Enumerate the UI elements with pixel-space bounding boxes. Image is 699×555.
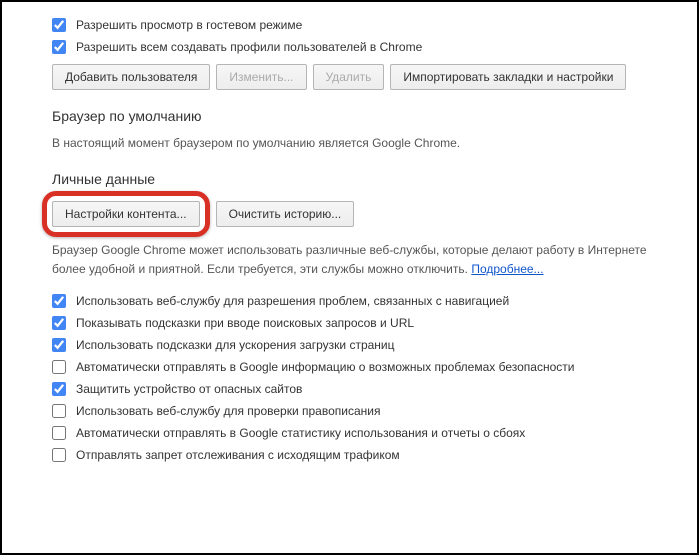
guest-mode-checkbox[interactable]: [52, 18, 66, 32]
allow-profiles-row: Разрешить всем создавать профили пользов…: [52, 40, 647, 54]
privacy-label-2: Использовать подсказки для ускорения заг…: [76, 338, 395, 352]
privacy-check-6: Автоматически отправлять в Google статис…: [52, 426, 647, 440]
privacy-check-4: Защитить устройство от опасных сайтов: [52, 382, 647, 396]
personal-data-heading: Личные данные: [52, 171, 647, 187]
edit-user-button[interactable]: Изменить...: [216, 64, 306, 90]
privacy-checkbox-7[interactable]: [52, 448, 66, 462]
clear-history-button[interactable]: Очистить историю...: [216, 201, 355, 227]
delete-user-button[interactable]: Удалить: [313, 64, 385, 90]
privacy-checkbox-2[interactable]: [52, 338, 66, 352]
privacy-label-6: Автоматически отправлять в Google статис…: [76, 426, 525, 440]
privacy-checkbox-1[interactable]: [52, 316, 66, 330]
user-buttons-row: Добавить пользователя Изменить... Удалит…: [52, 64, 647, 90]
privacy-checkbox-5[interactable]: [52, 404, 66, 418]
guest-mode-label: Разрешить просмотр в гостевом режиме: [76, 18, 302, 32]
privacy-label-3: Автоматически отправлять в Google информ…: [76, 360, 574, 374]
privacy-check-3: Автоматически отправлять в Google информ…: [52, 360, 647, 374]
privacy-check-1: Показывать подсказки при вводе поисковых…: [52, 316, 647, 330]
privacy-label-0: Использовать веб-службу для разрешения п…: [76, 294, 509, 308]
learn-more-link[interactable]: Подробнее...: [471, 262, 543, 276]
privacy-desc: Браузер Google Chrome может использовать…: [52, 241, 647, 279]
privacy-label-4: Защитить устройство от опасных сайтов: [76, 382, 302, 396]
add-user-button[interactable]: Добавить пользователя: [52, 64, 210, 90]
default-browser-desc: В настоящий момент браузером по умолчани…: [52, 134, 647, 153]
guest-mode-row: Разрешить просмотр в гостевом режиме: [52, 18, 647, 32]
privacy-checkbox-6[interactable]: [52, 426, 66, 440]
import-bookmarks-button[interactable]: Импортировать закладки и настройки: [390, 64, 626, 90]
privacy-checkbox-3[interactable]: [52, 360, 66, 374]
personal-data-buttons: Настройки контента... Очистить историю..…: [52, 201, 647, 227]
default-browser-heading: Браузер по умолчанию: [52, 108, 647, 124]
privacy-label-5: Использовать веб-службу для проверки пра…: [76, 404, 380, 418]
content-settings-button[interactable]: Настройки контента...: [52, 201, 200, 227]
allow-profiles-checkbox[interactable]: [52, 40, 66, 54]
privacy-desc-text: Браузер Google Chrome может использовать…: [52, 243, 647, 276]
privacy-check-5: Использовать веб-службу для проверки пра…: [52, 404, 647, 418]
privacy-checkbox-4[interactable]: [52, 382, 66, 396]
privacy-label-1: Показывать подсказки при вводе поисковых…: [76, 316, 414, 330]
privacy-check-7: Отправлять запрет отслеживания с исходящ…: [52, 448, 647, 462]
privacy-check-2: Использовать подсказки для ускорения заг…: [52, 338, 647, 352]
privacy-checkbox-0[interactable]: [52, 294, 66, 308]
privacy-check-0: Использовать веб-службу для разрешения п…: [52, 294, 647, 308]
privacy-label-7: Отправлять запрет отслеживания с исходящ…: [76, 448, 400, 462]
allow-profiles-label: Разрешить всем создавать профили пользов…: [76, 40, 422, 54]
content-settings-highlight: Настройки контента...: [52, 201, 200, 227]
